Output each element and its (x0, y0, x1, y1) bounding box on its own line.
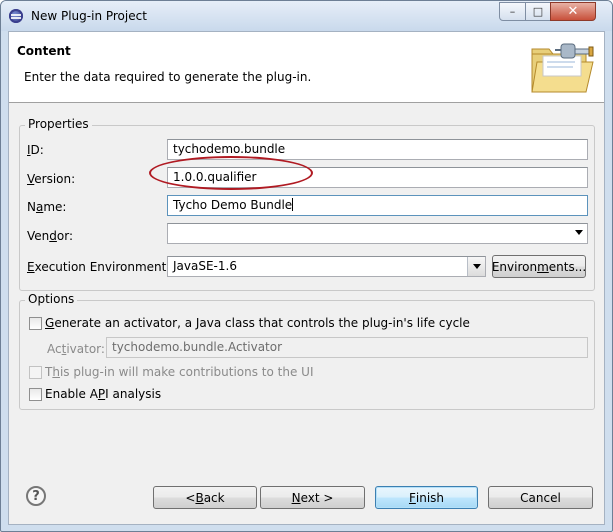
chevron-down-icon (473, 264, 481, 269)
name-field[interactable]: Tycho Demo Bundle (167, 195, 588, 216)
name-label: Name: (27, 200, 67, 214)
dialog-client-area: Content Enter the data required to gener… (8, 31, 605, 525)
version-field[interactable]: 1.0.0.qualifier (167, 167, 588, 188)
eclipse-icon (9, 9, 23, 23)
dialog-window: New Plug-in Project – □ ✕ Content Enter … (0, 0, 613, 532)
properties-group-title: Properties (25, 117, 92, 131)
version-label: Version: (27, 172, 76, 186)
close-button[interactable]: ✕ (550, 2, 596, 21)
activator-field[interactable]: tychodemo.bundle.Activator (106, 337, 588, 358)
page-title: Content (17, 44, 71, 58)
page-description: Enter the data required to generate the … (24, 70, 312, 84)
id-label: ID: (27, 143, 44, 157)
options-group-title: Options (25, 292, 78, 306)
environments-button[interactable]: Environ m ents... (492, 255, 586, 278)
close-icon: ✕ (567, 4, 579, 19)
api-analysis-checkbox[interactable] (29, 388, 42, 401)
activator-label: Activator: (47, 342, 105, 356)
maximize-icon: □ (532, 5, 544, 18)
ui-contributions-label[interactable]: This plug-in will make contributions to … (45, 365, 314, 379)
maximize-button[interactable]: □ (525, 2, 551, 21)
vendor-label: Vendor: (27, 229, 73, 243)
minimize-button[interactable]: – (499, 2, 526, 21)
execution-environment-label: Execution Environment: (27, 260, 171, 274)
vendor-combo[interactable] (167, 223, 588, 244)
next-button[interactable]: Next > (260, 486, 365, 509)
folder-plug-icon (531, 43, 594, 93)
ui-contributions-checkbox[interactable] (29, 366, 42, 379)
title-bar[interactable]: New Plug-in Project – □ ✕ (1, 1, 612, 31)
cancel-button[interactable]: Cancel (488, 486, 593, 509)
dropdown-button[interactable] (467, 257, 485, 276)
wizard-banner: Content Enter the data required to gener… (9, 32, 604, 103)
text-cursor (292, 198, 294, 211)
window-title: New Plug-in Project (31, 9, 147, 23)
api-analysis-label[interactable]: Enable API analysis (45, 387, 161, 401)
generate-activator-checkbox[interactable] (29, 317, 42, 330)
execution-environment-combo[interactable]: JavaSE-1.6 (167, 256, 486, 277)
id-field[interactable]: tychodemo.bundle (167, 139, 588, 160)
help-icon[interactable]: ? (26, 486, 46, 506)
chevron-down-icon[interactable] (575, 230, 583, 235)
generate-activator-label[interactable]: Generate an activator, a Java class that… (45, 316, 470, 330)
back-button[interactable]: < Back (153, 486, 257, 509)
minimize-icon: – (509, 5, 516, 18)
finish-button[interactable]: Finish (375, 486, 478, 509)
